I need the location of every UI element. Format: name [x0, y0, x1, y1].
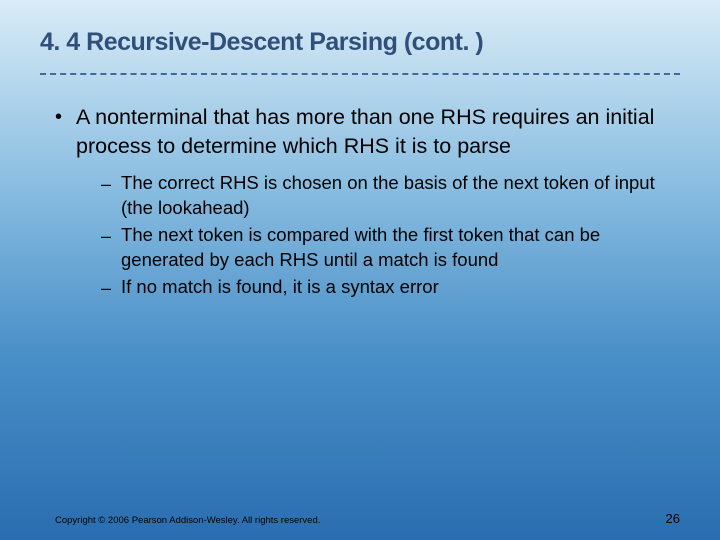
bullet-dash-icon: –: [101, 223, 111, 249]
page-number: 26: [666, 511, 680, 526]
bullet-sub-text: The correct RHS is chosen on the basis o…: [121, 171, 665, 221]
bullet-sub: – The correct RHS is chosen on the basis…: [101, 171, 665, 221]
bullet-sub: – If no match is found, it is a syntax e…: [101, 275, 665, 301]
bullet-sub-text: If no match is found, it is a syntax err…: [121, 275, 439, 300]
bullet-main-text: A nonterminal that has more than one RHS…: [76, 103, 665, 161]
copyright-text: Copyright © 2006 Pearson Addison-Wesley.…: [55, 515, 320, 526]
bullet-sub-text: The next token is compared with the firs…: [121, 223, 665, 273]
sub-bullet-list: – The correct RHS is chosen on the basis…: [101, 171, 665, 301]
slide-title: 4. 4 Recursive-Descent Parsing (cont. ): [0, 0, 720, 67]
slide-footer: Copyright © 2006 Pearson Addison-Wesley.…: [55, 511, 680, 526]
bullet-dot-icon: •: [55, 103, 62, 131]
slide-content: • A nonterminal that has more than one R…: [0, 75, 720, 301]
bullet-main: • A nonterminal that has more than one R…: [55, 103, 665, 161]
bullet-dash-icon: –: [101, 275, 111, 301]
bullet-sub: – The next token is compared with the fi…: [101, 223, 665, 273]
bullet-dash-icon: –: [101, 171, 111, 197]
slide: 4. 4 Recursive-Descent Parsing (cont. ) …: [0, 0, 720, 540]
